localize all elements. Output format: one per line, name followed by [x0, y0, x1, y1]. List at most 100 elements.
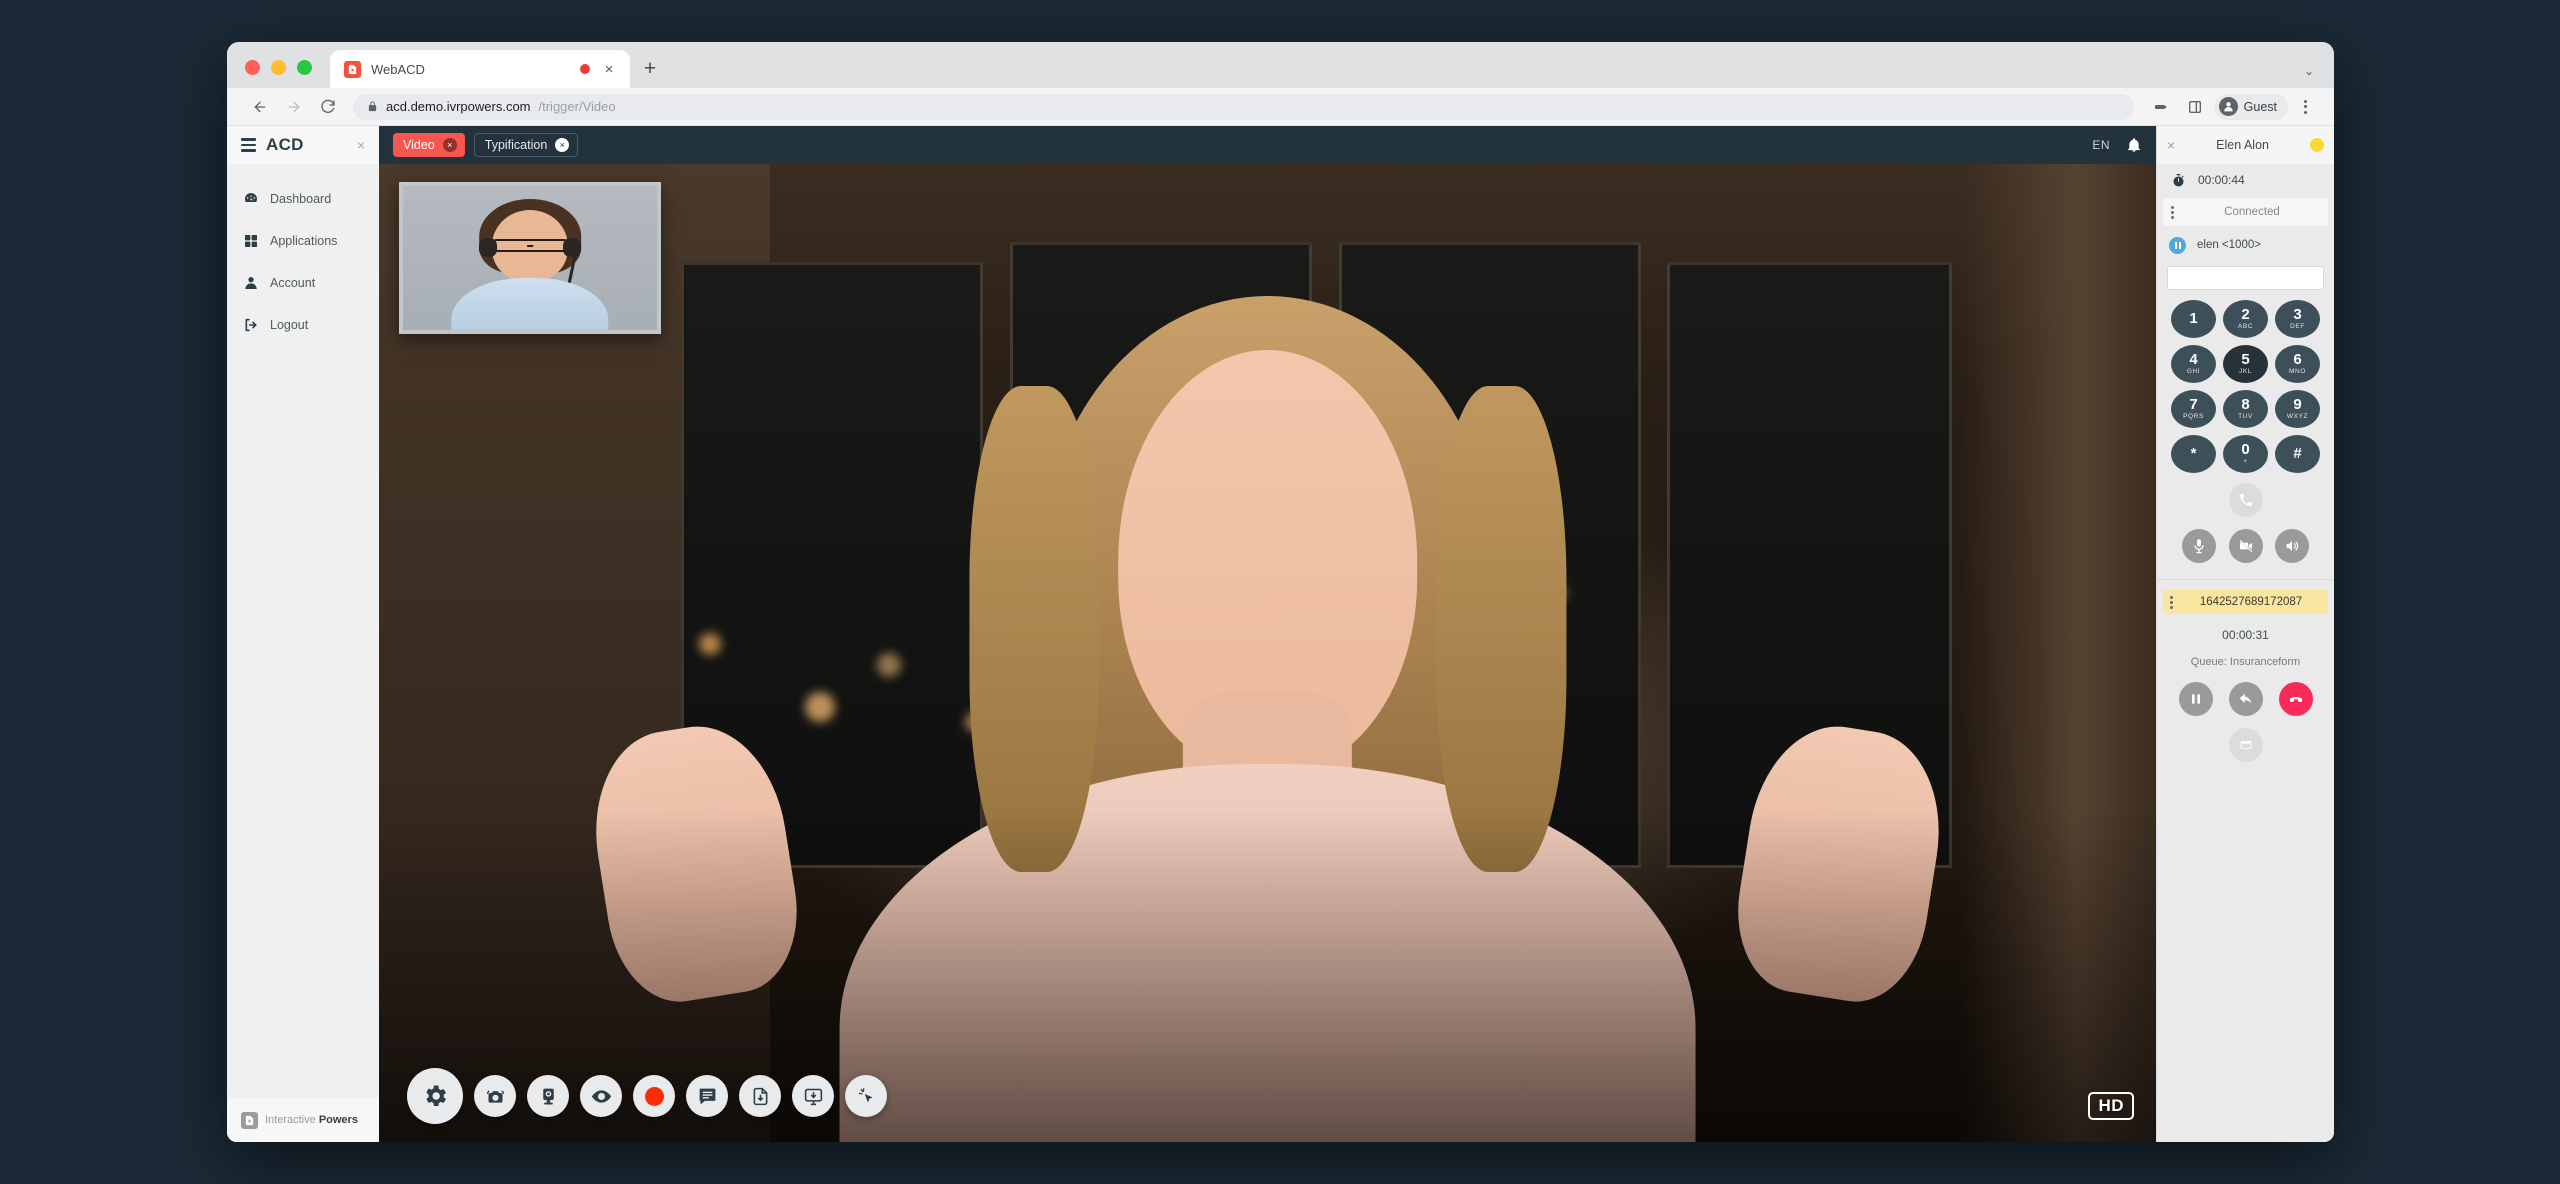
dialpad-key-number: 4	[2189, 351, 2198, 369]
tab-typification[interactable]: Typification ×	[473, 133, 579, 157]
dialpad-key-hash[interactable]: #	[2275, 435, 2320, 473]
close-tab-button[interactable]: ×	[600, 60, 618, 78]
language-selector[interactable]: EN	[2092, 138, 2110, 152]
status-badge[interactable]	[2310, 138, 2324, 152]
tab-video[interactable]: Video ×	[393, 133, 465, 157]
extension-icon[interactable]	[2146, 94, 2176, 120]
call-button-row	[2157, 483, 2334, 517]
bell-icon[interactable]	[2126, 137, 2142, 153]
file-download-icon	[753, 1087, 767, 1105]
dialpad-key-3[interactable]: 3 DEF	[2275, 300, 2320, 338]
close-icon[interactable]: ×	[555, 138, 570, 152]
hd-badge: HD	[2088, 1092, 2134, 1120]
split-view-icon[interactable]	[2180, 94, 2210, 120]
video-stage[interactable]: HD	[379, 164, 2156, 1142]
screen-share-button[interactable]	[792, 1075, 834, 1117]
footer-brand-name: Powers	[318, 1114, 358, 1126]
sidebar-nav: Dashboard Applications Account Logout	[227, 178, 379, 346]
camera-switch-icon	[486, 1089, 504, 1103]
logout-icon	[243, 317, 259, 333]
app-brand: ACD	[266, 135, 304, 154]
reload-button[interactable]	[311, 93, 345, 121]
session-id-row[interactable]: 1642527689172087	[2163, 590, 2328, 614]
window-controls[interactable]	[245, 60, 312, 88]
browser-tab[interactable]: WebACD ×	[330, 50, 630, 88]
maximize-window-button[interactable]	[297, 60, 312, 75]
dialpad-key-star[interactable]: *	[2171, 435, 2216, 473]
window-icon	[2240, 741, 2251, 749]
dialpad-key-0[interactable]: 0 +	[2223, 435, 2268, 473]
profile-chip[interactable]: Guest	[2213, 93, 2288, 120]
kebab-menu-icon[interactable]	[2292, 94, 2318, 120]
dialpad-key-4[interactable]: 4 GHI	[2171, 345, 2216, 383]
dialpad-key-2[interactable]: 2 ABC	[2223, 300, 2268, 338]
sidebar-item-logout[interactable]: Logout	[227, 304, 379, 346]
kebab-menu-icon[interactable]	[2171, 205, 2174, 219]
new-tab-button[interactable]: +	[630, 50, 670, 88]
dialpad-key-7[interactable]: 7 PQRS	[2171, 390, 2216, 428]
self-view-thumbnail[interactable]	[399, 182, 661, 334]
sidebar-item-account[interactable]: Account	[227, 262, 379, 304]
mute-microphone-button[interactable]	[2181, 529, 2216, 563]
forward-button[interactable]	[277, 93, 311, 121]
close-icon[interactable]: ×	[442, 138, 457, 152]
dialpad-key-letters: MNO	[2289, 368, 2306, 376]
hold-call-button[interactable]	[2178, 682, 2213, 716]
browser-toolbar-actions: Guest	[2146, 93, 2318, 120]
dialpad-key-6[interactable]: 6 MNO	[2275, 345, 2320, 383]
disable-video-button[interactable]	[2228, 529, 2263, 563]
dialpad-key-letters: JKL	[2238, 368, 2252, 376]
url-input[interactable]: acd.demo.ivrpowers.com/trigger/Video	[353, 93, 2134, 120]
session-controls	[2157, 682, 2334, 716]
avatar	[2218, 97, 2238, 116]
chat-button[interactable]	[686, 1075, 728, 1117]
close-panel-button[interactable]: ×	[2167, 137, 2175, 153]
phone-icon	[2239, 494, 2252, 506]
sidebar-item-applications[interactable]: Applications	[227, 220, 379, 262]
hangup-call-button[interactable]	[2278, 682, 2313, 716]
dialpad-key-number: 0	[2241, 441, 2250, 459]
call-button[interactable]	[2228, 483, 2263, 517]
hangup-icon	[2289, 697, 2302, 703]
speaker-button[interactable]	[2275, 529, 2310, 563]
record-dot-icon	[580, 64, 590, 74]
dialpad-key-1[interactable]: 1	[2171, 300, 2216, 338]
conference-button[interactable]	[2228, 728, 2263, 762]
dialpad-key-number: *	[2190, 444, 2197, 462]
dialpad-key-number: 3	[2293, 306, 2302, 324]
switch-camera-button[interactable]	[474, 1075, 516, 1117]
camera-button[interactable]	[527, 1075, 569, 1117]
sidebar-item-dashboard[interactable]: Dashboard	[227, 178, 379, 220]
file-download-button[interactable]	[739, 1075, 781, 1117]
url-path: /trigger/Video	[538, 99, 616, 114]
session-timer-value: 00:00:31	[2222, 628, 2269, 642]
browser-window: WebACD × + ⌄ acd.demo.ivrpowers.com/trig…	[227, 42, 2334, 1142]
ivr-powers-logo-icon	[241, 1111, 258, 1129]
record-dot-icon	[644, 1086, 664, 1106]
minimize-window-button[interactable]	[271, 60, 286, 75]
cursor-click-icon	[858, 1087, 873, 1103]
agent-timer-row: 00:00:44	[2157, 164, 2334, 196]
kebab-menu-icon[interactable]	[2170, 595, 2173, 609]
chevron-down-icon[interactable]: ⌄	[2304, 64, 2314, 78]
app-viewport: ACD × Dashboard Applications Account Log…	[227, 126, 2334, 1142]
footer-brand-prefix: Interactive	[265, 1114, 319, 1126]
dial-input[interactable]	[2167, 266, 2324, 290]
back-button[interactable]	[243, 93, 277, 121]
visibility-button[interactable]	[580, 1075, 622, 1117]
browser-tab-strip: WebACD × + ⌄	[227, 42, 2334, 88]
close-window-button[interactable]	[245, 60, 260, 75]
video-off-icon	[2238, 539, 2253, 553]
dialpad-key-5[interactable]: 5 JKL	[2223, 345, 2268, 383]
transfer-call-button[interactable]	[2228, 682, 2263, 716]
dialpad: 1 2 ABC 3 DEF 4 GHI 5 JKL 6 MNO 7 PQRS 8 TUV 9W…	[2157, 300, 2334, 473]
sidebar-header: ACD ×	[227, 126, 379, 164]
record-button[interactable]	[633, 1075, 675, 1117]
dialpad-key-9[interactable]: 9 WXYZ	[2275, 390, 2320, 428]
dialpad-key-8[interactable]: 8 TUV	[2223, 390, 2268, 428]
cobrowse-button[interactable]	[845, 1075, 887, 1117]
collapse-sidebar-button[interactable]: ×	[357, 137, 365, 153]
hamburger-icon[interactable]	[241, 138, 256, 152]
connection-status-row[interactable]: Connected	[2163, 198, 2328, 226]
settings-button[interactable]	[407, 1068, 463, 1124]
